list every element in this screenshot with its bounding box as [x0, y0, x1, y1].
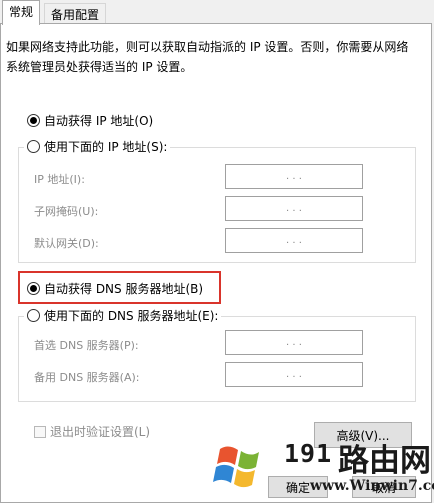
watermark-url: www.Winwin7.com [310, 478, 434, 494]
radio-unselected-icon [27, 140, 40, 153]
dns-manual-group [18, 316, 416, 402]
ip-manual-option[interactable]: 使用下面的 IP 地址(S): [24, 138, 171, 155]
dns-auto-option[interactable]: 自动获得 DNS 服务器地址(B) [24, 280, 207, 297]
tab-bar: 常规 备用配置 [0, 0, 434, 25]
alternate-dns-field[interactable]: . . . [225, 362, 363, 387]
radio-selected-icon [27, 282, 40, 295]
tab-alternate-config[interactable]: 备用配置 [44, 3, 107, 24]
ip-manual-label: 使用下面的 IP 地址(S): [44, 140, 168, 154]
dns-manual-option[interactable]: 使用下面的 DNS 服务器地址(E): [24, 307, 222, 324]
default-gateway-field[interactable]: . . . [225, 228, 363, 253]
dns-auto-label: 自动获得 DNS 服务器地址(B) [44, 282, 204, 296]
ip-auto-label: 自动获得 IP 地址(O) [44, 114, 154, 128]
dns-manual-label: 使用下面的 DNS 服务器地址(E): [44, 309, 219, 323]
subnet-mask-field[interactable]: . . . [225, 196, 363, 221]
subnet-mask-label: 子网掩码(U): [34, 205, 99, 218]
preferred-dns-label: 首选 DNS 服务器(P): [34, 339, 139, 352]
radio-unselected-icon [27, 309, 40, 322]
windows-logo-icon [213, 446, 259, 488]
watermark-number: 191 [284, 439, 333, 468]
alternate-dns-label: 备用 DNS 服务器(A): [34, 371, 140, 384]
validate-on-exit-label: 退出时验证设置(L) [50, 425, 151, 439]
ip-address-field[interactable]: . . . [225, 164, 363, 189]
watermark-site-name: 路由网 [338, 443, 431, 479]
preferred-dns-field[interactable]: . . . [225, 330, 363, 355]
checkbox-icon [34, 425, 46, 438]
tab-general[interactable]: 常规 [2, 0, 41, 25]
validate-on-exit-option[interactable]: 退出时验证设置(L) [34, 423, 150, 440]
description-text: 如果网络支持此功能，则可以获取自动指派的 IP 设置。否则，你需要从网络系统管理… [6, 40, 409, 74]
radio-selected-icon [27, 114, 40, 127]
site-watermark: 191 路由网 www.Winwin7.com [210, 437, 434, 500]
ip-auto-option[interactable]: 自动获得 IP 地址(O) [24, 112, 157, 129]
default-gateway-label: 默认网关(D): [34, 237, 99, 250]
ip-address-label: IP 地址(I): [34, 173, 85, 186]
